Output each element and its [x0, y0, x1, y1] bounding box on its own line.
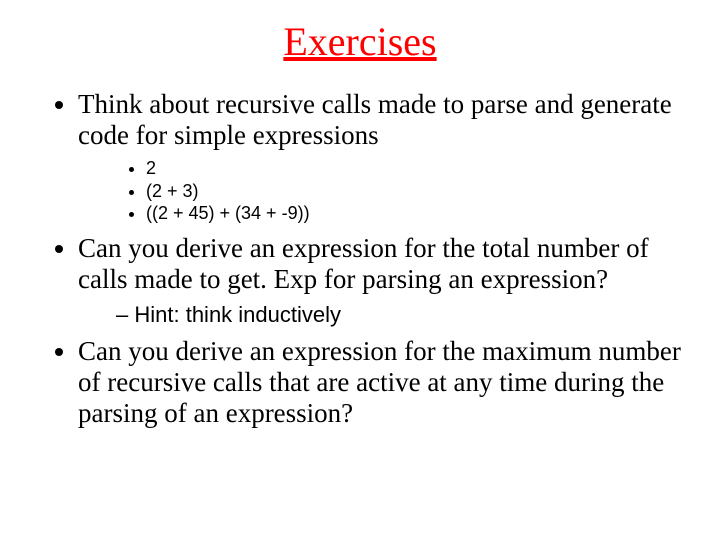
sub-bullet-list: 2 (2 + 3) ((2 + 45) + (34 + -9)): [78, 157, 690, 225]
bullet-item: Think about recursive calls made to pars…: [78, 89, 690, 225]
bullet-text: Can you derive an expression for the tot…: [78, 233, 649, 294]
sub-bullet-item: Hint: think inductively: [116, 301, 690, 329]
bullet-text: Can you derive an expression for the max…: [78, 336, 681, 428]
sub-bullet-list: Hint: think inductively: [78, 301, 690, 329]
sub-bullet-item: ((2 + 45) + (34 + -9)): [146, 202, 690, 225]
bullet-list: Think about recursive calls made to pars…: [30, 89, 690, 429]
bullet-text: Think about recursive calls made to pars…: [78, 89, 672, 150]
sub-bullet-item: (2 + 3): [146, 180, 690, 203]
bullet-item: Can you derive an expression for the tot…: [78, 233, 690, 329]
slide: Exercises Think about recursive calls ma…: [0, 0, 720, 540]
slide-title: Exercises: [30, 18, 690, 65]
sub-bullet-item: 2: [146, 157, 690, 180]
bullet-item: Can you derive an expression for the max…: [78, 336, 690, 429]
